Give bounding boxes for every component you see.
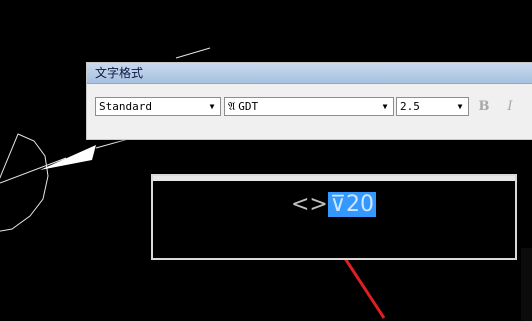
drawing-canvas[interactable] [0, 0, 532, 321]
font-value: GDT [238, 100, 259, 113]
chevron-down-icon[interactable]: ▼ [454, 98, 466, 115]
font-select[interactable]: 𝔄 GDT ▼ [224, 97, 394, 116]
editor-ruler[interactable] [153, 176, 515, 181]
dimension-placeholder-text[interactable]: <> [291, 192, 328, 217]
drawing-circle [0, 133, 49, 232]
leader-arrowhead [40, 145, 96, 170]
bold-button[interactable]: B [475, 98, 493, 115]
mtext-content[interactable]: <>⊽20 [291, 192, 376, 218]
toolbar-controls: Standard ▼ 𝔄 GDT ▼ 2.5 ▼ B I [87, 97, 532, 118]
chevron-down-icon[interactable]: ▼ [206, 98, 218, 115]
chevron-down-icon[interactable]: ▼ [379, 98, 391, 115]
text-height-value: 2.5 [400, 100, 420, 113]
text-height-select[interactable]: 2.5 ▼ [396, 97, 469, 116]
toolbar-title[interactable]: 文字格式 [87, 63, 532, 84]
mtext-editor[interactable]: <>⊽20 [151, 174, 517, 260]
text-style-select[interactable]: Standard ▼ [95, 97, 221, 116]
text-format-toolbar: 文字格式 Standard ▼ 𝔄 GDT ▼ 2.5 ▼ B I [86, 62, 532, 140]
selected-text[interactable]: ⊽20 [327, 192, 376, 217]
scrollbar[interactable] [521, 248, 532, 321]
leader-line [0, 157, 67, 184]
italic-button[interactable]: I [501, 98, 519, 115]
font-icon: 𝔄 [228, 100, 236, 113]
drawing-line [175, 47, 211, 59]
text-style-value: Standard [99, 100, 152, 113]
